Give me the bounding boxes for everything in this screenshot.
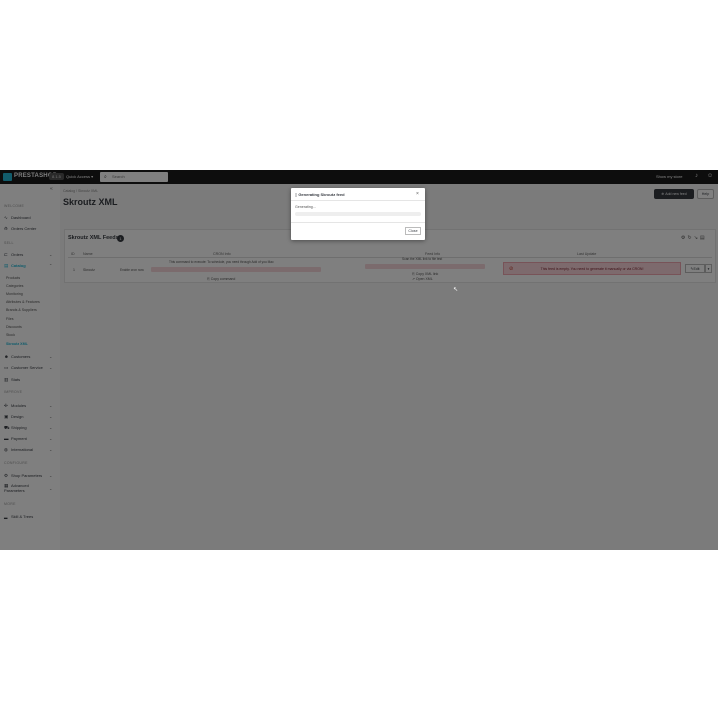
mouse-cursor-icon: ↖ <box>453 287 459 293</box>
modal-header-divider <box>291 200 425 201</box>
app-window: PRESTASHOP 8.1.5 Quick Access ▾ ⌕ Show m… <box>0 170 718 550</box>
progress-bar <box>295 212 421 216</box>
close-icon[interactable]: × <box>416 191 419 197</box>
modal-close-button[interactable]: Close <box>405 227 421 235</box>
modal-status-text: Generating... <box>295 205 316 209</box>
modal-footer-divider <box>291 222 425 223</box>
modal-title: ▯ Generating Skroutz feed <box>295 192 345 197</box>
generating-feed-modal: ▯ Generating Skroutz feed × Generating..… <box>291 188 425 240</box>
